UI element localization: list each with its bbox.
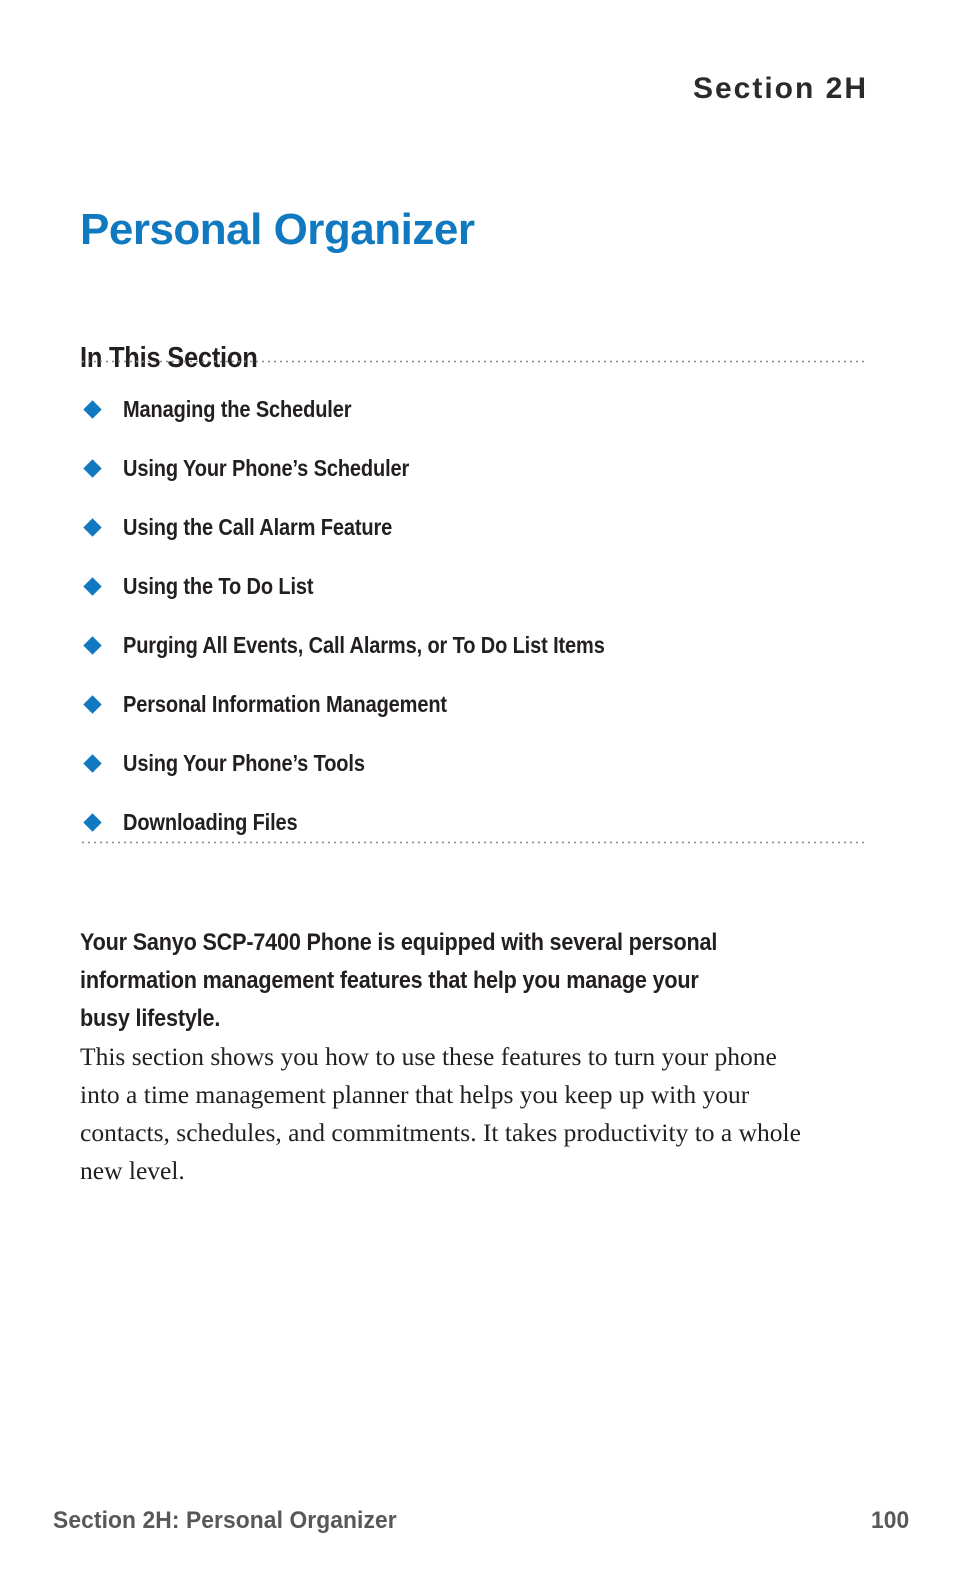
- diamond-bullet-icon: [83, 812, 102, 832]
- in-this-section-list: Managing the Scheduler Using Your Phone’…: [80, 380, 880, 852]
- diamond-bullet-icon: [83, 635, 102, 655]
- in-this-section-heading: In This Section: [80, 342, 258, 375]
- diamond-bullet-icon: [83, 458, 102, 478]
- list-item[interactable]: Managing the Scheduler: [80, 380, 880, 439]
- footer-section-label: Section 2H: Personal Organizer: [53, 1507, 397, 1534]
- diamond-bullet-icon: [83, 517, 102, 537]
- list-item-label: Using the To Do List: [123, 573, 314, 599]
- list-item-label: Managing the Scheduler: [123, 396, 352, 422]
- list-item[interactable]: Using Your Phone’s Scheduler: [80, 439, 880, 498]
- list-item[interactable]: Using Your Phone’s Tools: [80, 734, 880, 793]
- running-head-section-label: Section 2H: [692, 72, 868, 105]
- intro-body-text: This section shows you how to use these …: [80, 1041, 801, 1185]
- list-item[interactable]: Personal Information Management: [80, 675, 880, 734]
- diamond-bullet-icon: [83, 694, 102, 714]
- list-item[interactable]: Purging All Events, Call Alarms, or To D…: [80, 616, 880, 675]
- intro-lead-in: Your Sanyo SCP-7400 Phone is equipped wi…: [80, 928, 718, 1032]
- list-item-label: Purging All Events, Call Alarms, or To D…: [123, 632, 605, 658]
- list-item-label: Using the Call Alarm Feature: [123, 514, 393, 540]
- intro-paragraph: Your Sanyo SCP-7400 Phone is equipped wi…: [80, 924, 802, 1190]
- document-page: Section 2H Personal Organizer In This Se…: [0, 0, 954, 1590]
- list-item-label: Using Your Phone’s Tools: [123, 750, 365, 776]
- diamond-bullet-icon: [83, 399, 102, 419]
- divider-top: [80, 360, 868, 363]
- page-footer: Section 2H: Personal Organizer 100: [44, 1507, 910, 1535]
- list-item-label: Using Your Phone’s Scheduler: [123, 455, 410, 481]
- page-title: Personal Organizer: [80, 205, 475, 255]
- diamond-bullet-icon: [83, 576, 102, 596]
- list-item[interactable]: Using the To Do List: [80, 557, 880, 616]
- footer-page-number: 100: [870, 1507, 909, 1534]
- diamond-bullet-icon: [83, 753, 102, 773]
- list-item-label: Personal Information Management: [123, 691, 447, 717]
- divider-bottom: [80, 841, 868, 844]
- list-item[interactable]: Using the Call Alarm Feature: [80, 498, 880, 557]
